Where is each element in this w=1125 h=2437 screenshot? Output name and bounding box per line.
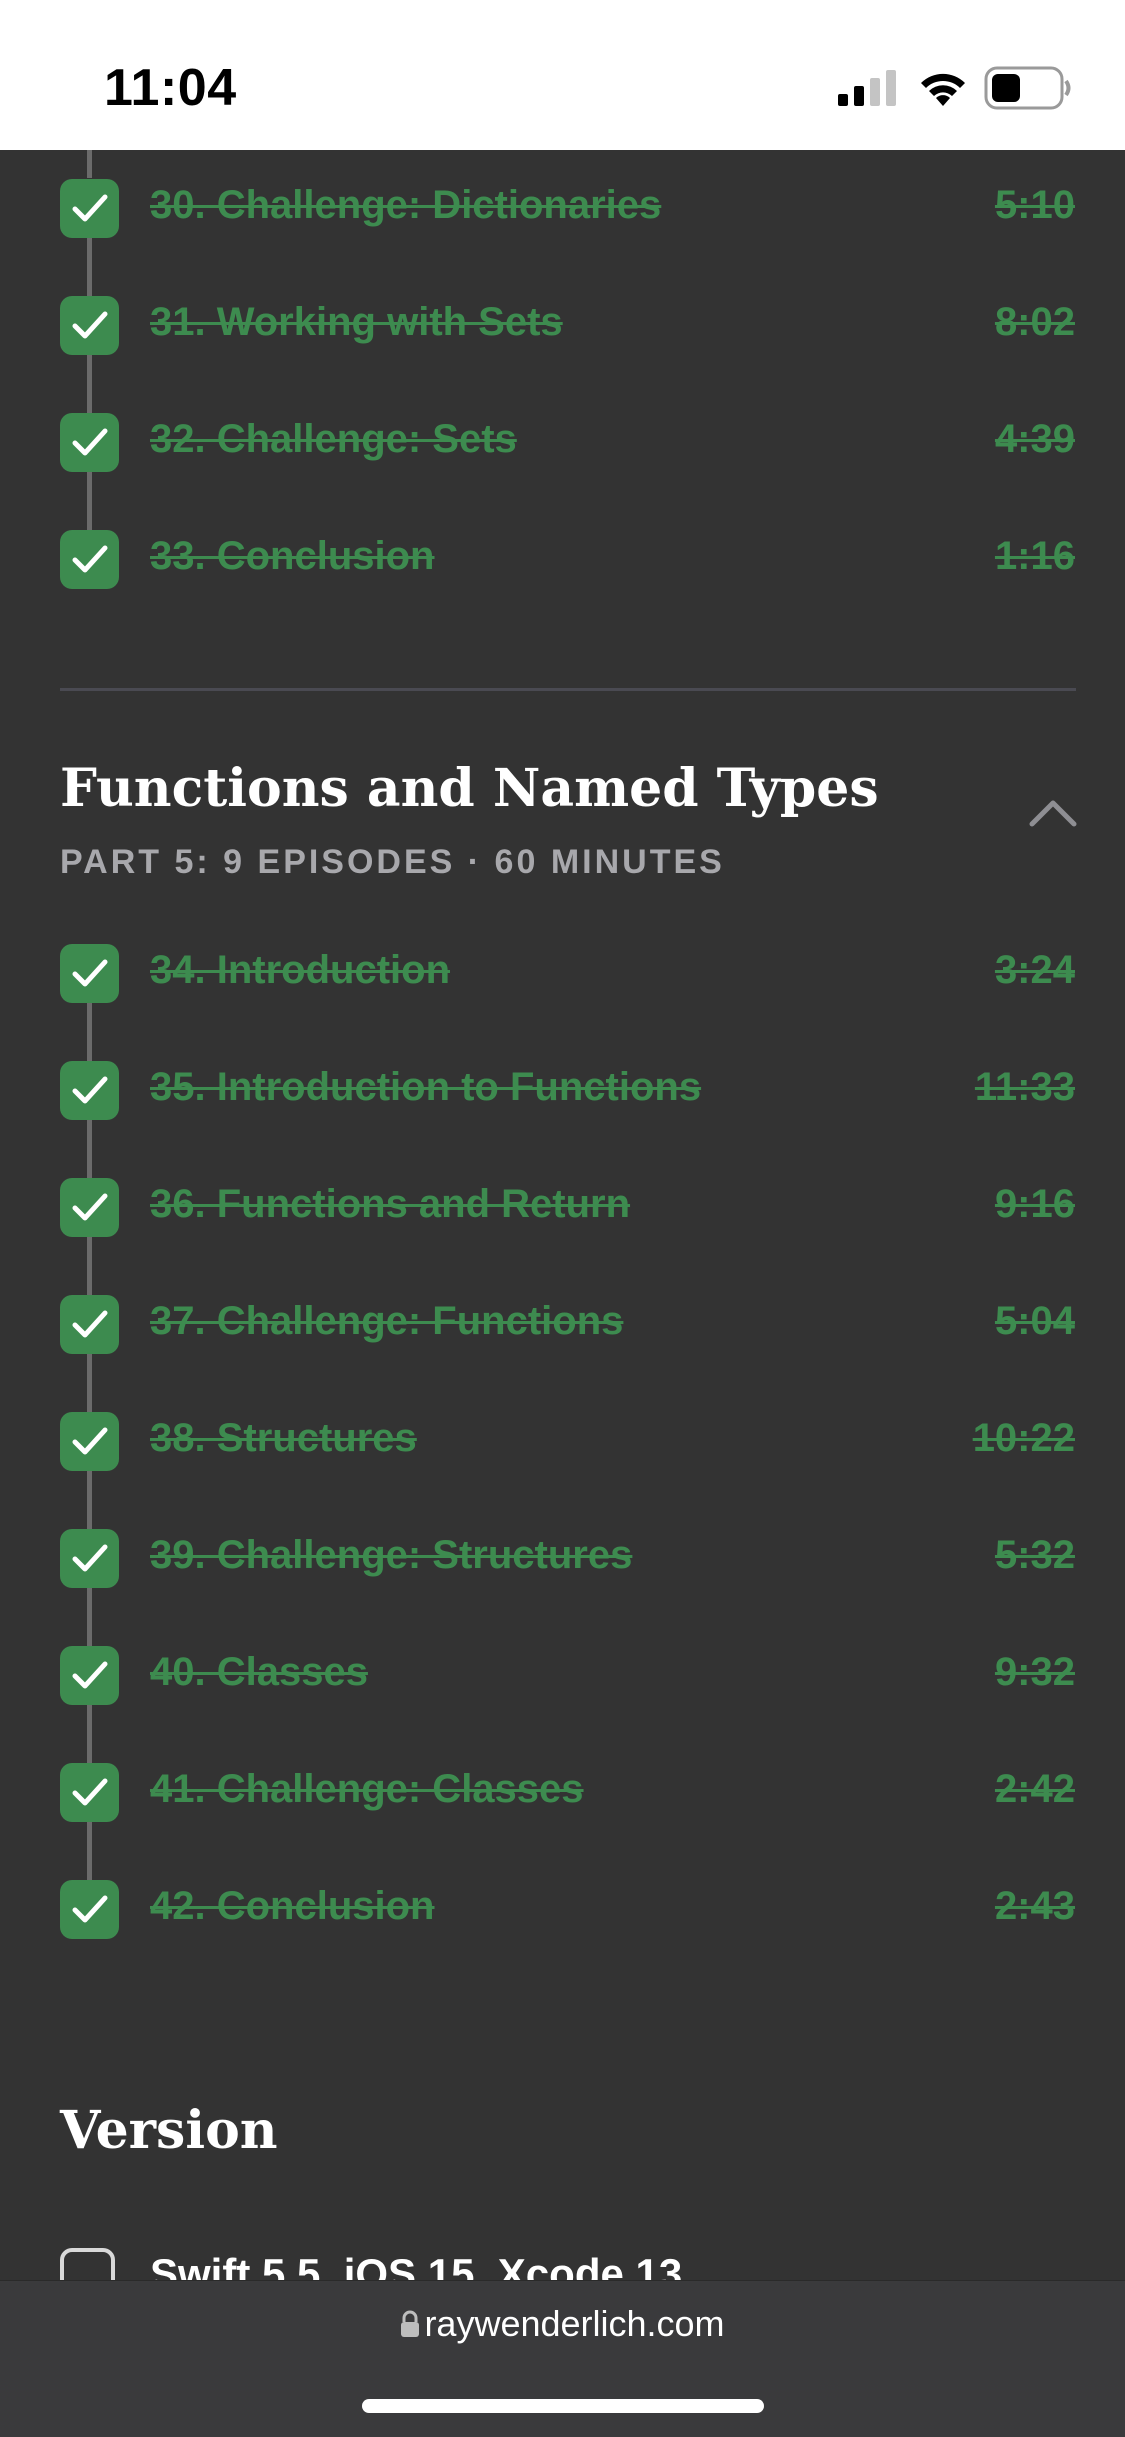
episode-title[interactable]: 37. Challenge: Functions — [150, 1299, 623, 1344]
completed-check-icon[interactable] — [60, 1646, 119, 1705]
timeline-connector — [87, 1354, 92, 1383]
episode-row[interactable]: 39. Challenge: Structures 5:32 — [0, 1500, 1125, 1617]
episode-duration: 5:10 — [994, 183, 1075, 227]
episode-row[interactable]: 40. Classes 9:32 — [0, 1617, 1125, 1734]
timeline-connector — [87, 1120, 92, 1149]
completed-check-icon[interactable] — [60, 1412, 119, 1471]
version-heading: Version — [60, 2100, 278, 2161]
episode-title[interactable]: 35. Introduction to Functions — [150, 1065, 701, 1110]
timeline-connector — [87, 1500, 92, 1529]
episode-row[interactable]: 34. Introduction 3:24 — [0, 915, 1125, 1032]
episode-title[interactable]: 41. Challenge: Classes — [150, 1767, 584, 1812]
wifi-icon — [916, 68, 970, 113]
episode-row[interactable]: 33. Conclusion 1:16 — [0, 501, 1125, 618]
episode-title[interactable]: 42. Conclusion — [150, 1884, 435, 1929]
home-indicator[interactable] — [362, 2399, 764, 2413]
chevron-up-icon[interactable] — [1028, 798, 1078, 833]
timeline-connector — [87, 1822, 92, 1851]
timeline-connector — [87, 1705, 92, 1734]
completed-check-icon[interactable] — [60, 1178, 119, 1237]
episode-row[interactable]: 30. Challenge: Dictionaries 5:10 — [0, 150, 1125, 267]
completed-check-icon[interactable] — [60, 296, 119, 355]
timeline-connector — [87, 1851, 92, 1880]
episode-duration: 5:04 — [994, 1299, 1075, 1343]
episode-duration: 11:33 — [974, 1065, 1075, 1109]
episode-title[interactable]: 38. Structures — [150, 1416, 417, 1461]
completed-check-icon[interactable] — [60, 944, 119, 1003]
timeline-connector — [87, 501, 92, 530]
previous-episode-list: 30. Challenge: Dictionaries 5:10 31. Wor… — [0, 150, 1125, 618]
version-label[interactable]: Swift 5.5, iOS 15, Xcode 13 — [150, 2250, 682, 2280]
episode-row[interactable]: 37. Challenge: Functions 5:04 — [0, 1266, 1125, 1383]
timeline-connector — [87, 1266, 92, 1295]
episode-row[interactable]: 36. Functions and Return 9:16 — [0, 1149, 1125, 1266]
part-episode-list: 34. Introduction 3:24 35. Introduction t… — [0, 915, 1125, 1968]
episode-row[interactable]: 38. Structures 10:22 — [0, 1383, 1125, 1500]
course-content[interactable]: 30. Challenge: Dictionaries 5:10 31. Wor… — [0, 150, 1125, 2280]
completed-check-icon[interactable] — [60, 530, 119, 589]
battery-icon — [984, 66, 1072, 115]
episode-title[interactable]: 31. Working with Sets — [150, 300, 563, 345]
status-bar: 11:04 — [0, 0, 1125, 150]
episode-duration: 8:02 — [994, 300, 1075, 344]
episode-row[interactable]: 41. Challenge: Classes 2:42 — [0, 1734, 1125, 1851]
cellular-signal-icon — [838, 70, 898, 111]
episode-title[interactable]: 32. Challenge: Sets — [150, 417, 517, 462]
timeline-connector — [87, 384, 92, 413]
completed-check-icon[interactable] — [60, 1763, 119, 1822]
timeline-connector — [87, 472, 92, 501]
episode-duration: 2:42 — [994, 1767, 1075, 1811]
episode-duration: 4:39 — [994, 417, 1075, 461]
completed-check-icon[interactable] — [60, 413, 119, 472]
episode-row[interactable]: 35. Introduction to Functions 11:33 — [0, 1032, 1125, 1149]
episode-duration: 3:24 — [994, 948, 1075, 992]
timeline-connector — [87, 1383, 92, 1412]
episode-duration: 9:32 — [994, 1650, 1075, 1694]
status-time: 11:04 — [104, 59, 237, 117]
completed-check-icon[interactable] — [60, 1529, 119, 1588]
episode-title[interactable]: 40. Classes — [150, 1650, 368, 1695]
completed-check-icon[interactable] — [60, 179, 119, 238]
timeline-connector — [87, 1588, 92, 1617]
episode-title[interactable]: 39. Challenge: Structures — [150, 1533, 632, 1578]
timeline-connector — [87, 1003, 92, 1032]
url-text[interactable]: raywenderlich.com — [424, 2303, 724, 2344]
section-divider — [60, 688, 1076, 691]
version-checkbox[interactable] — [60, 2248, 115, 2280]
completed-check-icon[interactable] — [60, 1880, 119, 1939]
part-title[interactable]: Functions and Named Types — [60, 758, 879, 819]
completed-check-icon[interactable] — [60, 1061, 119, 1120]
timeline-connector — [87, 238, 92, 267]
episode-duration: 9:16 — [994, 1182, 1075, 1226]
episode-title[interactable]: 30. Challenge: Dictionaries — [150, 183, 661, 228]
episode-duration: 2:43 — [994, 1884, 1075, 1928]
timeline-connector — [87, 1149, 92, 1178]
timeline-connector — [87, 1032, 92, 1061]
episode-duration: 10:22 — [972, 1416, 1075, 1460]
timeline-connector — [87, 1471, 92, 1500]
lock-icon — [400, 2305, 420, 2347]
url-bar[interactable]: raywenderlich.com — [0, 2303, 1125, 2347]
episode-row[interactable]: 31. Working with Sets 8:02 — [0, 267, 1125, 384]
episode-duration: 5:32 — [994, 1533, 1075, 1577]
episode-title[interactable]: 33. Conclusion — [150, 534, 435, 579]
episode-row[interactable]: 32. Challenge: Sets 4:39 — [0, 384, 1125, 501]
completed-check-icon[interactable] — [60, 1295, 119, 1354]
episode-title[interactable]: 34. Introduction — [150, 948, 450, 993]
part-meta: PART 5: 9 EPISODES · 60 MINUTES — [60, 843, 725, 881]
episode-duration: 1:16 — [994, 534, 1075, 578]
browser-bottom-bar: raywenderlich.com — [0, 2280, 1125, 2437]
timeline-connector — [87, 1734, 92, 1763]
timeline-connector — [87, 355, 92, 384]
episode-row[interactable]: 42. Conclusion 2:43 — [0, 1851, 1125, 1968]
timeline-connector — [87, 1617, 92, 1646]
timeline-connector — [87, 1237, 92, 1266]
timeline-connector — [87, 267, 92, 296]
episode-title[interactable]: 36. Functions and Return — [150, 1182, 630, 1227]
